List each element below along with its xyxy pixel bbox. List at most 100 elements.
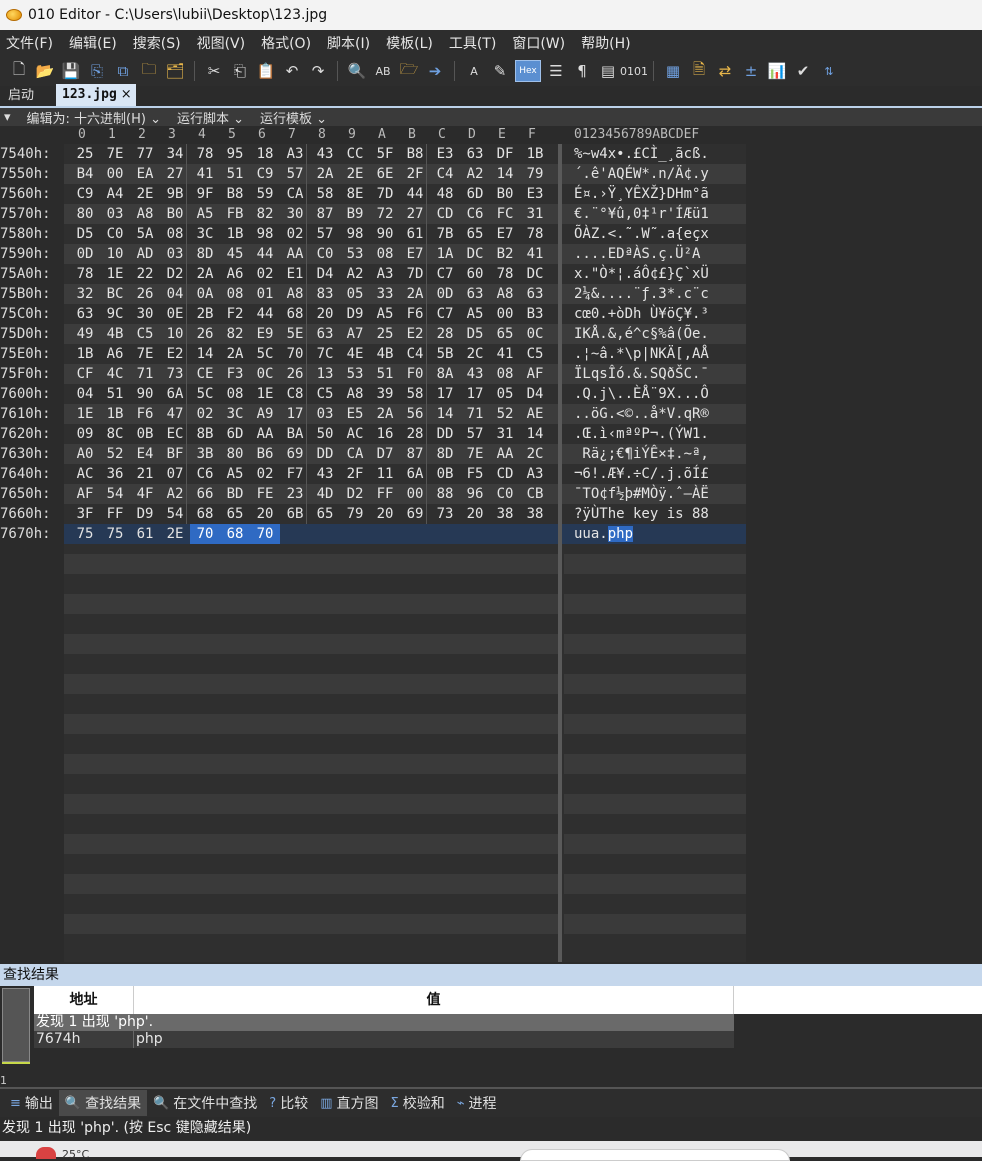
find-icon[interactable]: 🔍	[346, 60, 368, 82]
text-mode-icon[interactable]: ☰	[545, 60, 567, 82]
hex-byte[interactable]: DC	[520, 264, 550, 284]
hex-byte[interactable]: B8	[220, 184, 250, 204]
hex-row[interactable]: 7610h: 1E 1B F6 47 02 3C A9 17 03 E5 2A 56 14 71 52 AE..…	[0, 404, 982, 424]
hex-byte[interactable]: 53	[340, 364, 370, 384]
hex-byte[interactable]: 30	[130, 304, 160, 324]
hex-byte[interactable]: 32	[70, 284, 100, 304]
hex-byte[interactable]: 43	[310, 464, 340, 484]
hex-byte[interactable]: 16	[370, 424, 400, 444]
run-script-dropdown[interactable]: 运行脚本 ⌄	[177, 108, 244, 127]
hex-byte[interactable]: DD	[310, 444, 340, 464]
hex-byte[interactable]: 11	[370, 464, 400, 484]
hex-byte[interactable]: C5	[520, 344, 550, 364]
calculator-icon[interactable]: ▦	[662, 60, 684, 82]
hex-byte[interactable]: B2	[490, 244, 520, 264]
hex-byte[interactable]: 20	[310, 304, 340, 324]
hex-byte[interactable]: A2	[460, 164, 490, 184]
bottom-tab-0[interactable]: ≡ 输出	[4, 1090, 59, 1116]
hex-byte[interactable]: 70	[190, 524, 220, 544]
hex-byte[interactable]: 88	[430, 484, 460, 504]
hex-byte[interactable]: 75	[100, 524, 130, 544]
hex-byte[interactable]: E3	[430, 144, 460, 164]
hex-byte[interactable]: 1E	[100, 264, 130, 284]
hex-byte[interactable]: 02	[250, 264, 280, 284]
row-text[interactable]: ´.ê'AQÉW*.n/Ä¢.y	[574, 164, 709, 184]
hex-byte[interactable]: 96	[460, 484, 490, 504]
hex-byte[interactable]: 71	[130, 364, 160, 384]
hex-byte[interactable]: FC	[490, 204, 520, 224]
hex-byte[interactable]: 8D	[430, 444, 460, 464]
hex-byte[interactable]: 05	[490, 384, 520, 404]
hex-byte[interactable]: 25	[370, 324, 400, 344]
hex-byte[interactable]: E7	[490, 224, 520, 244]
hex-byte[interactable]: C9	[70, 184, 100, 204]
hex-byte[interactable]: 57	[460, 424, 490, 444]
edit-as-dropdown[interactable]: 编辑为: 十六进制(H) ⌄	[27, 108, 161, 127]
hex-byte[interactable]: 7B	[430, 224, 460, 244]
notification-badge[interactable]	[36, 1147, 56, 1159]
menu-tools[interactable]: 工具(T)	[449, 33, 496, 53]
paste-icon[interactable]: 📋	[255, 60, 277, 82]
hex-byte[interactable]: A8	[340, 384, 370, 404]
hex-byte[interactable]: 4E	[340, 344, 370, 364]
hex-row[interactable]: 7550h: B4 00 EA 27 41 51 C9 57 2A 2E 6E 2F C4 A2 14 79 ´.…	[0, 164, 982, 184]
hex-byte[interactable]: B6	[250, 444, 280, 464]
hex-byte[interactable]: 80	[70, 204, 100, 224]
menu-edit[interactable]: 编辑(E)	[69, 33, 117, 53]
hex-byte[interactable]: B3	[520, 304, 550, 324]
hex-byte[interactable]: C7	[430, 264, 460, 284]
hex-byte[interactable]: 26	[190, 324, 220, 344]
hex-byte[interactable]: 78	[490, 264, 520, 284]
hex-byte[interactable]: 14	[490, 164, 520, 184]
hex-byte[interactable]: BC	[100, 284, 130, 304]
hex-byte[interactable]: 2B	[190, 304, 220, 324]
hex-byte[interactable]: B9	[340, 204, 370, 224]
hex-byte[interactable]: 6E	[370, 164, 400, 184]
tab-file[interactable]: 123.jpg ×	[56, 84, 136, 106]
hex-byte[interactable]: 20	[250, 504, 280, 524]
bottom-tab-5[interactable]: Σ 校验和	[384, 1090, 450, 1116]
hex-byte[interactable]: E5	[340, 404, 370, 424]
menu-scripts[interactable]: 脚本(I)	[327, 33, 370, 53]
row-text[interactable]: x."Ò*¦.áÔ¢£}Ç`xÜ	[574, 264, 709, 284]
hex-byte[interactable]: 3B	[190, 444, 220, 464]
bottom-tab-6[interactable]: ⌁ 进程	[451, 1090, 503, 1116]
hex-byte[interactable]: F5	[460, 464, 490, 484]
hex-byte[interactable]: 31	[490, 424, 520, 444]
run-template-dropdown[interactable]: 运行模板 ⌄	[260, 108, 327, 127]
hex-byte[interactable]: 04	[70, 384, 100, 404]
row-text[interactable]: uua.php	[574, 524, 634, 544]
hex-byte[interactable]: 0B	[130, 424, 160, 444]
hex-byte[interactable]: 17	[460, 384, 490, 404]
hex-byte[interactable]: 7E	[460, 444, 490, 464]
hex-byte[interactable]: 60	[460, 264, 490, 284]
row-text[interactable]: É¤.›Ÿ¸YÊXŽ}DHm°ã	[574, 184, 709, 204]
hex-byte[interactable]: C0	[490, 484, 520, 504]
hex-byte[interactable]: 72	[370, 204, 400, 224]
hex-byte[interactable]: A0	[70, 444, 100, 464]
row-text[interactable]: ¯TO¢f½þ#MÒÿ.ˆ–ÀË	[574, 484, 709, 504]
find-in-files-icon[interactable]: 🗁	[398, 60, 420, 82]
hex-byte[interactable]: 68	[220, 524, 250, 544]
hex-byte[interactable]: FB	[220, 204, 250, 224]
hex-byte[interactable]: 09	[70, 424, 100, 444]
hex-byte[interactable]: 45	[220, 244, 250, 264]
hex-byte[interactable]: 65	[220, 504, 250, 524]
hex-byte[interactable]: E9	[250, 324, 280, 344]
bottom-tab-4[interactable]: ▥ 直方图	[314, 1090, 384, 1116]
hex-byte[interactable]: 2C	[460, 344, 490, 364]
hex-byte[interactable]: 58	[310, 184, 340, 204]
hex-byte[interactable]: 3F	[70, 504, 100, 524]
hex-byte[interactable]: AE	[520, 404, 550, 424]
bottom-tab-1[interactable]: 🔍 查找结果	[58, 1090, 148, 1116]
hex-byte[interactable]: 36	[100, 464, 130, 484]
hex-byte[interactable]: EA	[130, 164, 160, 184]
hex-byte[interactable]: 82	[220, 324, 250, 344]
hex-byte[interactable]: 77	[130, 144, 160, 164]
hex-byte[interactable]: 28	[430, 324, 460, 344]
row-text[interactable]: ..­..EDªÀS.ç.Ü²A	[574, 244, 700, 264]
hex-byte[interactable]: 21	[130, 464, 160, 484]
hex-byte[interactable]: 8E	[340, 184, 370, 204]
hex-byte[interactable]: A6	[100, 344, 130, 364]
inspector-icon[interactable]: 🗎	[688, 60, 710, 82]
